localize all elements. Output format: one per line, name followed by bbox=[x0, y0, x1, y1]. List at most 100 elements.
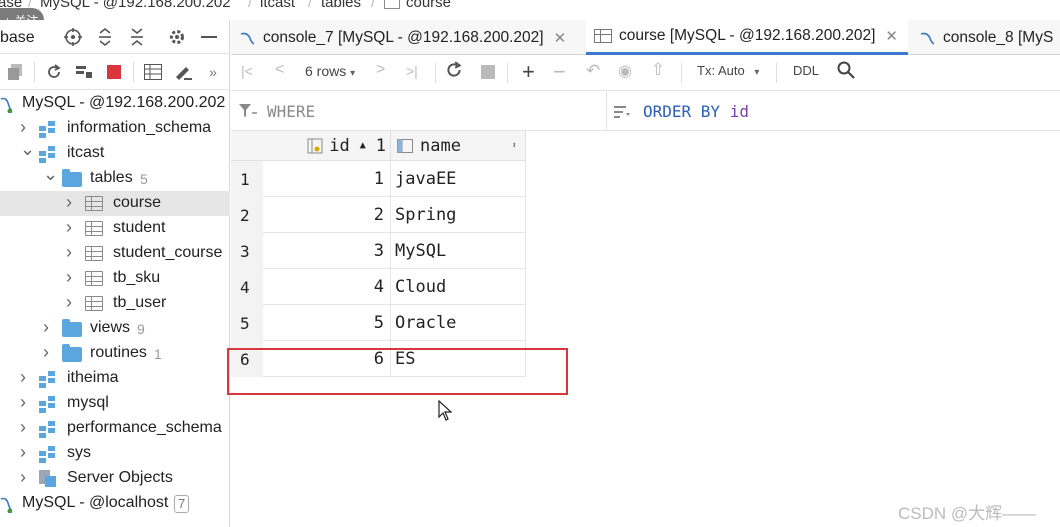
cell-name[interactable]: Oracle bbox=[391, 305, 526, 341]
cell-id[interactable]: 5 bbox=[263, 305, 391, 341]
next-page-icon[interactable]: > bbox=[376, 61, 385, 79]
breadcrumb-separator: / bbox=[308, 0, 313, 11]
cell-id[interactable]: 3 bbox=[263, 233, 391, 269]
stop-icon[interactable] bbox=[103, 61, 125, 83]
tree-item-label: MySQL - @192.168.200.202 bbox=[22, 94, 226, 111]
chevron-right-icon[interactable]: › bbox=[20, 467, 26, 488]
row-number[interactable]: 5 bbox=[231, 305, 263, 341]
tree-item[interactable]: › mysql bbox=[0, 391, 230, 416]
gear-icon[interactable] bbox=[166, 26, 188, 48]
watermark: CSDN @大辉—— bbox=[898, 504, 1037, 523]
breadcrumb-item[interactable]: tables bbox=[321, 0, 361, 11]
order-by-keyword: ORDER BY bbox=[643, 102, 721, 121]
refresh-icon[interactable] bbox=[43, 61, 65, 83]
tree-item-label: routines bbox=[90, 344, 147, 361]
order-by-input[interactable]: ORDER BY id bbox=[643, 102, 749, 121]
copy-icon[interactable] bbox=[4, 61, 26, 83]
breadcrumb-item[interactable]: MySQL - @192.168.200.202 bbox=[40, 0, 231, 11]
where-filter-input[interactable]: WHERE bbox=[267, 102, 315, 121]
tab-console-7[interactable]: console_7 [MySQL - @192.168.200.202] ✕ bbox=[239, 20, 566, 55]
table-view-icon[interactable] bbox=[142, 61, 164, 83]
cell-id[interactable]: 2 bbox=[263, 197, 391, 233]
chevron-right-icon[interactable]: › bbox=[66, 292, 72, 313]
column-header-name[interactable]: name ⬍ bbox=[391, 131, 526, 161]
chevron-right-icon[interactable]: › bbox=[66, 242, 72, 263]
cell-name[interactable]: MySQL bbox=[391, 233, 526, 269]
tab-course[interactable]: course [MySQL - @192.168.200.202] ✕ bbox=[586, 20, 908, 55]
breadcrumb-item[interactable]: itcast bbox=[260, 0, 295, 11]
revert-icon[interactable]: ↶ bbox=[586, 61, 600, 81]
preview-icon[interactable]: ◉ bbox=[618, 61, 632, 81]
tree-item[interactable]: › student_course bbox=[0, 241, 230, 266]
tree-item[interactable]: › tb_sku bbox=[0, 266, 230, 291]
tree-item[interactable]: › student bbox=[0, 216, 230, 241]
chevron-right-icon[interactable]: › bbox=[20, 417, 26, 438]
chevron-down-icon[interactable]: ⌄ bbox=[20, 139, 35, 160]
row-number[interactable]: 4 bbox=[231, 269, 263, 305]
collapse-all-icon[interactable] bbox=[126, 26, 148, 48]
close-icon[interactable]: ✕ bbox=[885, 27, 898, 45]
tab-console-8[interactable]: console_8 [MyS bbox=[919, 20, 1053, 55]
previous-page-icon[interactable]: < bbox=[275, 61, 284, 79]
sort-toggle-icon[interactable]: ⬍ bbox=[512, 141, 517, 151]
more-icon[interactable]: » bbox=[202, 61, 224, 83]
tree-item[interactable]: › views 9 bbox=[0, 316, 230, 341]
tree-item[interactable]: › tb_user bbox=[0, 291, 230, 316]
schema-icon[interactable] bbox=[73, 61, 95, 83]
column-header-id[interactable]: id ▲ 1 bbox=[263, 131, 391, 161]
cell-name[interactable]: javaEE bbox=[391, 161, 526, 197]
tree-item[interactable]: › routines 1 bbox=[0, 341, 230, 366]
chevron-right-icon[interactable]: › bbox=[20, 117, 26, 138]
row-number[interactable]: 2 bbox=[231, 197, 263, 233]
row-number[interactable]: 1 bbox=[231, 161, 263, 197]
tree-item[interactable]: MySQL - @192.168.200.202 bbox=[0, 91, 230, 116]
search-icon[interactable] bbox=[837, 61, 855, 82]
cell-name[interactable]: Cloud bbox=[391, 269, 526, 305]
tree-item[interactable]: › Server Objects bbox=[0, 466, 230, 491]
tree-item[interactable]: ⌄ tables 5 bbox=[0, 164, 230, 191]
tree-item-label: tb_user bbox=[113, 294, 167, 311]
sort-icon bbox=[614, 105, 630, 123]
chevron-right-icon[interactable]: › bbox=[66, 192, 72, 213]
tree-item[interactable]: › course bbox=[0, 191, 230, 216]
refresh-icon[interactable] bbox=[445, 61, 463, 82]
cell-name[interactable]: Spring bbox=[391, 197, 526, 233]
delete-row-icon[interactable]: − bbox=[553, 59, 566, 85]
table-icon bbox=[85, 296, 103, 311]
chevron-right-icon[interactable]: › bbox=[66, 267, 72, 288]
ddl-button[interactable]: DDL bbox=[793, 63, 819, 78]
chevron-right-icon[interactable]: › bbox=[20, 442, 26, 463]
cell-id[interactable]: 4 bbox=[263, 269, 391, 305]
folder-icon bbox=[62, 319, 82, 337]
mysql-server-icon bbox=[0, 497, 13, 514]
tree-item[interactable]: › sys bbox=[0, 441, 230, 466]
tree-item[interactable]: MySQL - @localhost 7 bbox=[0, 491, 230, 516]
close-icon[interactable]: ✕ bbox=[554, 29, 567, 47]
add-row-icon[interactable]: + bbox=[522, 59, 535, 85]
chevron-right-icon[interactable]: › bbox=[66, 217, 72, 238]
edit-icon[interactable] bbox=[172, 61, 194, 83]
cell-id[interactable]: 1 bbox=[263, 161, 391, 197]
tree-item[interactable]: › performance_schema bbox=[0, 416, 230, 441]
rows-count-dropdown[interactable]: 6 rows ▾ bbox=[305, 63, 355, 79]
table-icon bbox=[85, 221, 103, 236]
chevron-right-icon[interactable]: › bbox=[20, 392, 26, 413]
tx-mode-dropdown[interactable]: Tx: Auto ▾ bbox=[697, 63, 759, 78]
grid-corner bbox=[231, 131, 263, 161]
minimize-icon[interactable] bbox=[198, 26, 220, 48]
chevron-right-icon[interactable]: › bbox=[43, 342, 49, 363]
row-number[interactable]: 3 bbox=[231, 233, 263, 269]
tree-item[interactable]: › itheima bbox=[0, 366, 230, 391]
breadcrumb-item[interactable]: course bbox=[406, 0, 451, 11]
chevron-right-icon[interactable]: › bbox=[20, 367, 26, 388]
chevron-right-icon[interactable]: › bbox=[43, 317, 49, 338]
submit-icon[interactable]: ⇧ bbox=[651, 60, 665, 80]
last-page-icon[interactable]: >| bbox=[406, 63, 418, 79]
expand-all-icon[interactable] bbox=[94, 26, 116, 48]
stop-icon[interactable] bbox=[481, 65, 495, 82]
chevron-down-icon[interactable]: ⌄ bbox=[43, 164, 58, 185]
tree-item[interactable]: › information_schema bbox=[0, 116, 230, 141]
first-page-icon[interactable]: |< bbox=[241, 63, 253, 79]
target-icon[interactable] bbox=[62, 26, 84, 48]
tree-item[interactable]: ⌄ itcast bbox=[0, 139, 230, 166]
